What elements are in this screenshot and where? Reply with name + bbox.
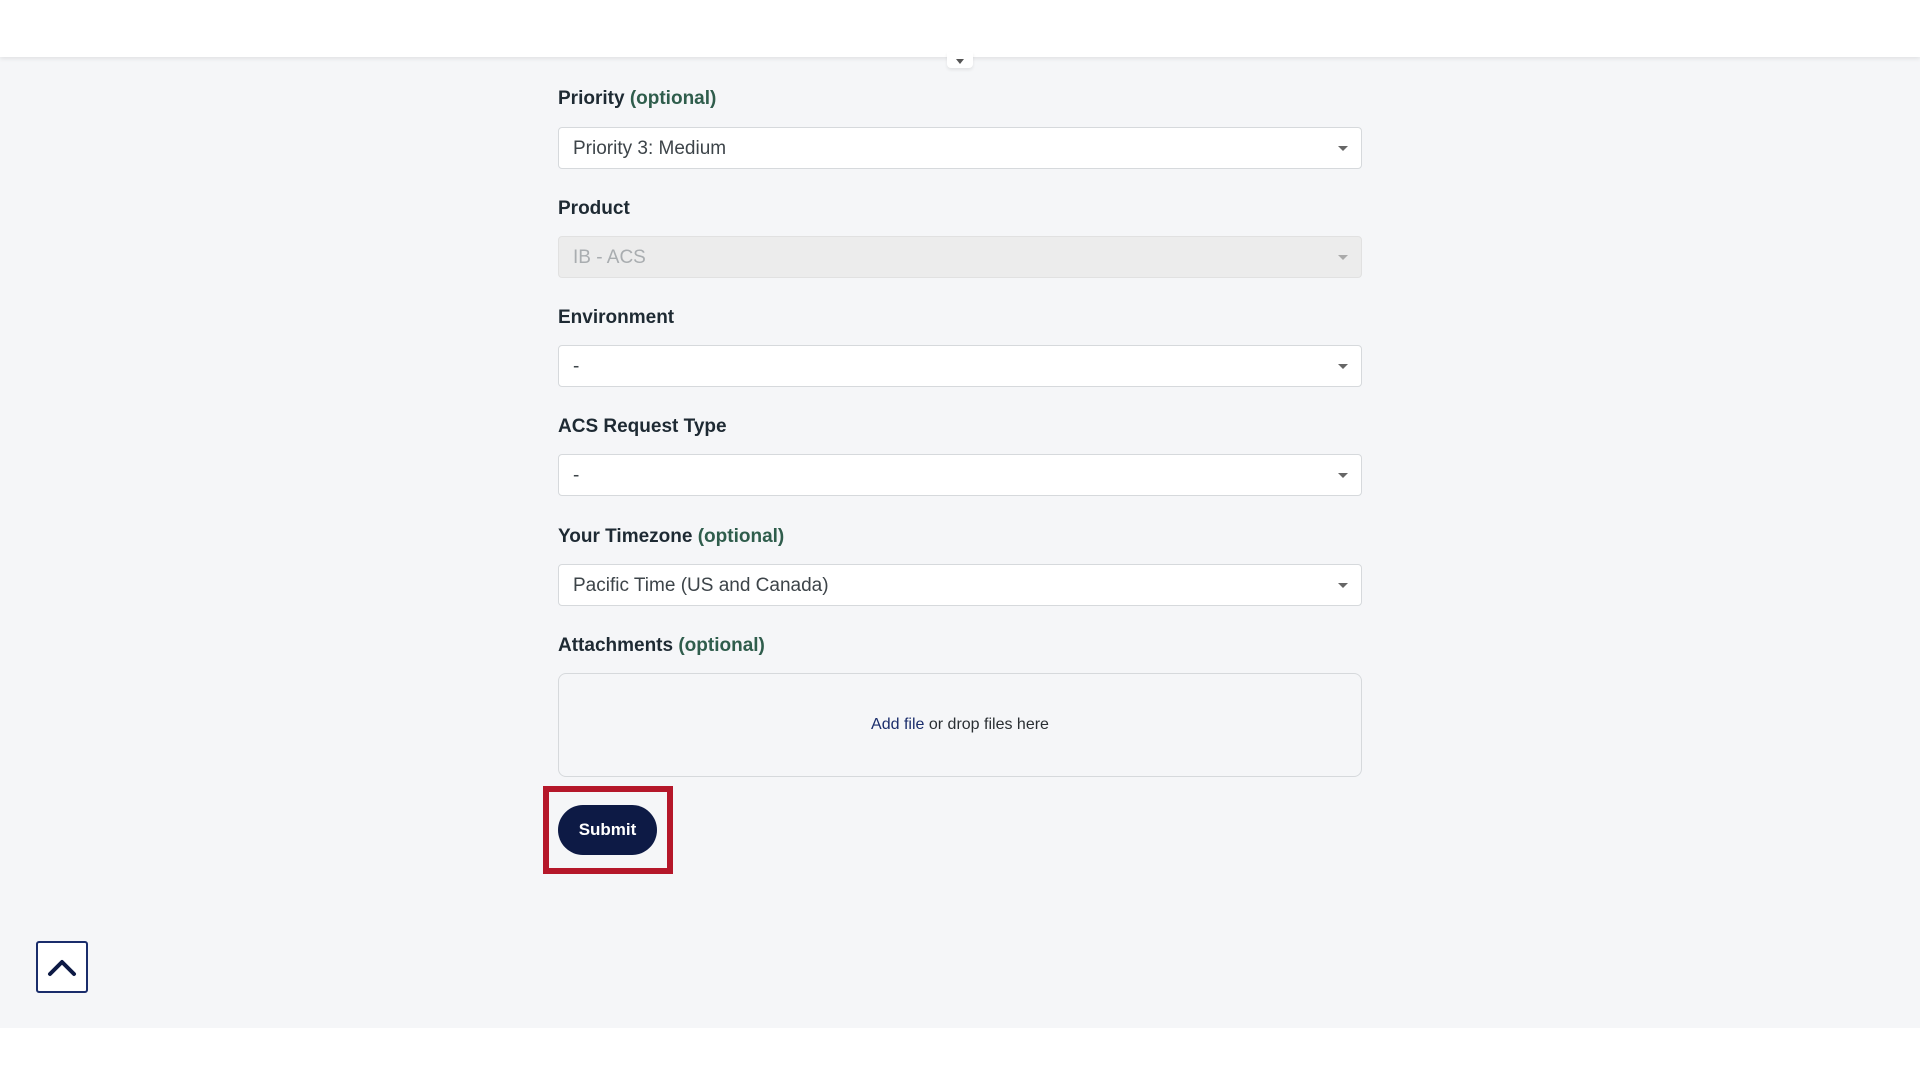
drop-files-text: or drop files here <box>928 716 1049 733</box>
back-to-top-button[interactable] <box>36 941 88 993</box>
product-value: IB - ACS <box>573 247 646 268</box>
priority-label-text: Priority <box>558 88 625 109</box>
environment-label-text: Environment <box>558 307 675 328</box>
optional-tag: (optional) <box>629 88 717 109</box>
product-select: IB - ACS <box>558 236 1362 278</box>
timezone-label: Your Timezone (optional) <box>558 526 784 548</box>
timezone-select[interactable]: Pacific Time (US and Canada) <box>558 564 1362 606</box>
caret-down-icon <box>956 59 964 64</box>
acs-request-type-value: - <box>573 465 580 486</box>
chevron-up-icon <box>48 960 76 976</box>
header-toggle[interactable] <box>947 52 973 68</box>
environment-select[interactable]: - <box>558 345 1362 387</box>
attachments-label: Attachments (optional) <box>558 635 765 657</box>
submit-button[interactable]: Submit <box>558 805 657 855</box>
environment-label: Environment <box>558 307 674 329</box>
caret-down-icon <box>1338 583 1348 588</box>
page-body <box>0 57 1920 1028</box>
product-label-text: Product <box>558 198 630 219</box>
footer-area <box>0 1028 1920 1080</box>
optional-tag: (optional) <box>697 526 785 547</box>
timezone-label-text: Your Timezone <box>558 526 693 547</box>
caret-down-icon <box>1338 146 1348 151</box>
priority-label: Priority (optional) <box>558 88 716 110</box>
product-label: Product <box>558 198 630 220</box>
timezone-value: Pacific Time (US and Canada) <box>573 575 829 596</box>
attachments-dropzone[interactable]: Add file or drop files here <box>558 673 1362 777</box>
caret-down-icon <box>1338 473 1348 478</box>
priority-select[interactable]: Priority 3: Medium <box>558 127 1362 169</box>
optional-tag: (optional) <box>678 635 765 656</box>
top-bar <box>0 0 1920 57</box>
caret-down-icon <box>1338 364 1348 369</box>
add-file-link[interactable]: Add file <box>871 716 924 734</box>
acs-request-type-select[interactable]: - <box>558 454 1362 496</box>
acs-request-type-label-text: ACS Request Type <box>558 416 727 437</box>
caret-down-icon <box>1338 255 1348 260</box>
environment-value: - <box>573 356 580 377</box>
attachments-label-text: Attachments <box>558 635 674 656</box>
acs-request-type-label: ACS Request Type <box>558 416 727 438</box>
priority-value: Priority 3: Medium <box>573 138 727 159</box>
